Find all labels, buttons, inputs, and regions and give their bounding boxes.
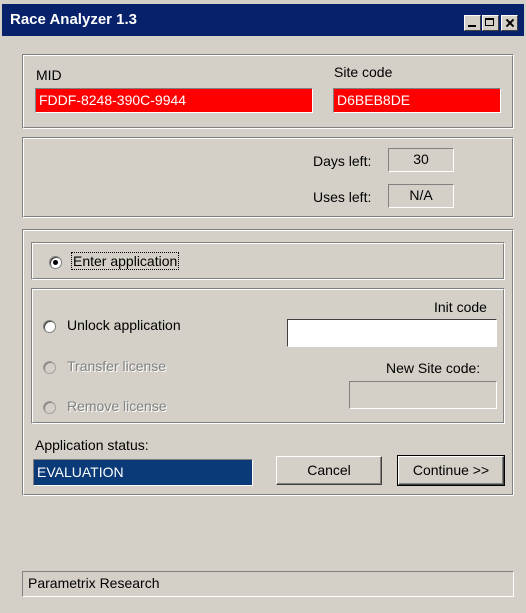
- application-status-label: Application status:: [35, 437, 149, 453]
- enter-application-group: Enter application: [31, 242, 505, 280]
- transfer-license-radio[interactable]: [43, 361, 56, 374]
- days-left-value: 30: [388, 148, 454, 172]
- unlock-application-radio[interactable]: [43, 320, 56, 333]
- actions-panel: Enter application Unlock application Tra…: [22, 229, 514, 496]
- close-button[interactable]: [501, 15, 518, 31]
- enter-application-label[interactable]: Enter application: [70, 252, 180, 270]
- enter-application-radio[interactable]: [49, 256, 62, 269]
- new-site-code-field: [349, 381, 497, 409]
- cancel-button[interactable]: Cancel: [276, 456, 382, 485]
- remove-license-radio[interactable]: [43, 401, 56, 414]
- counts-panel: Days left: 30 Uses left: N/A: [22, 137, 514, 218]
- remove-license-label[interactable]: Remove license: [67, 398, 167, 414]
- new-site-code-label: New Site code:: [386, 360, 481, 376]
- license-dialog: Race Analyzer 1.3 MID FDDF-8248-390C-994…: [0, 0, 526, 613]
- continue-button[interactable]: Continue >>: [397, 455, 505, 486]
- maximize-button[interactable]: [482, 15, 499, 31]
- id-panel: MID FDDF-8248-390C-9944 Site code D6BEB8…: [22, 54, 514, 129]
- footer-status-bar: Parametrix Research: [22, 571, 514, 597]
- mid-field[interactable]: FDDF-8248-390C-9944: [35, 88, 313, 113]
- site-code-label: Site code: [334, 64, 393, 80]
- days-left-label: Days left:: [313, 153, 372, 169]
- init-code-label: Init code: [434, 299, 487, 315]
- uses-left-value: N/A: [388, 184, 454, 208]
- init-code-input[interactable]: [287, 319, 497, 347]
- minimize-button[interactable]: [464, 15, 481, 31]
- title-bar[interactable]: Race Analyzer 1.3: [2, 4, 524, 36]
- unlock-application-label[interactable]: Unlock application: [67, 317, 181, 333]
- application-status-field: EVALUATION: [33, 459, 253, 486]
- mid-label: MID: [36, 67, 62, 83]
- site-code-field[interactable]: D6BEB8DE: [333, 88, 501, 113]
- transfer-license-label[interactable]: Transfer license: [67, 358, 166, 374]
- window-title: Race Analyzer 1.3: [10, 11, 138, 28]
- uses-left-label: Uses left:: [313, 189, 372, 205]
- license-options-group: Unlock application Transfer license Remo…: [31, 288, 505, 424]
